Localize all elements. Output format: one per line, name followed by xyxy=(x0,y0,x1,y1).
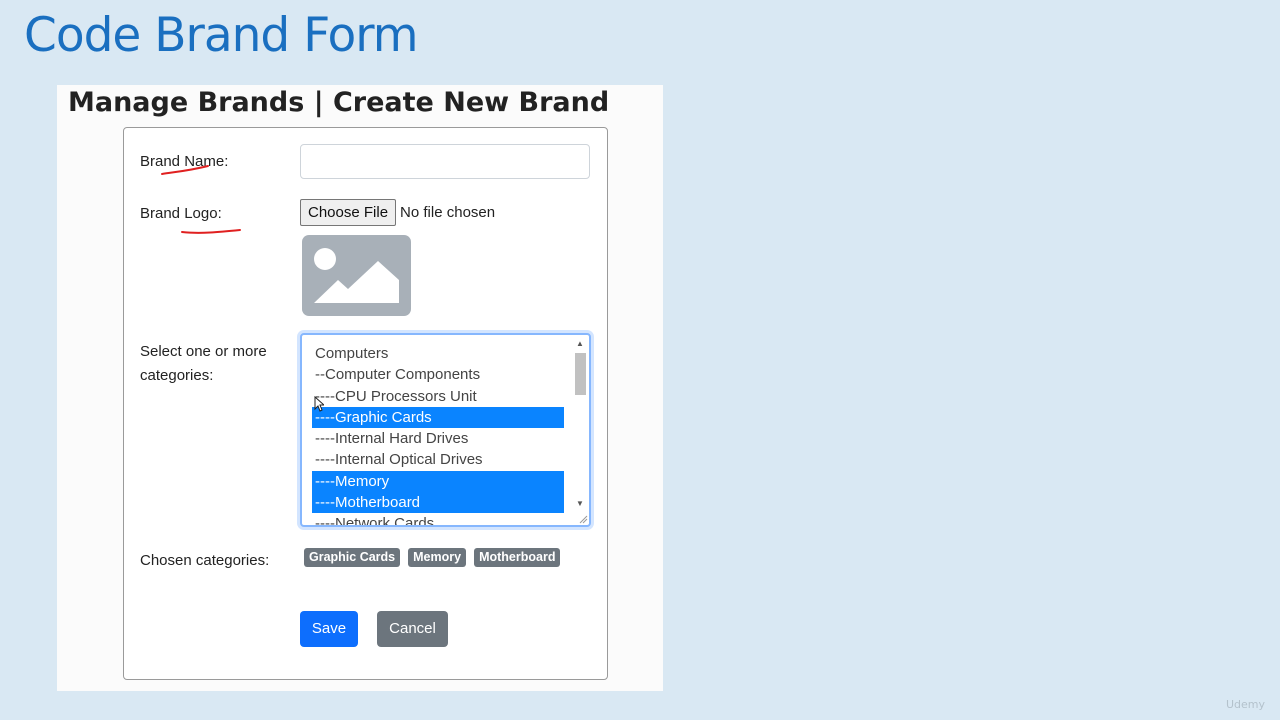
image-placeholder-icon xyxy=(302,235,411,316)
watermark-logo: Udemy xyxy=(1226,698,1266,711)
category-option[interactable]: ----Network Cards xyxy=(312,513,564,525)
slide-title: Code Brand Form xyxy=(24,8,419,63)
brand-name-input[interactable] xyxy=(300,144,590,179)
chosen-categories-label: Chosen categories: xyxy=(140,552,270,569)
chosen-category-badge: Memory xyxy=(408,548,467,567)
browser-content-panel: Manage Brands | Create New Brand Brand N… xyxy=(57,85,663,691)
chosen-category-badge: Graphic Cards xyxy=(304,548,401,567)
scrollbar[interactable]: ▲ ▼ xyxy=(574,337,587,523)
category-option[interactable]: ----CPU Processors Unit xyxy=(312,386,564,407)
annotation-underline-logo xyxy=(181,229,241,234)
resize-handle-icon[interactable] xyxy=(578,514,588,524)
scroll-up-icon[interactable]: ▲ xyxy=(576,339,584,348)
page-title: Manage Brands | Create New Brand xyxy=(68,87,610,118)
category-option[interactable]: ----Motherboard xyxy=(312,492,564,514)
save-button[interactable]: Save xyxy=(300,611,358,647)
mouse-cursor-icon xyxy=(314,396,324,412)
chosen-categories-badges: Graphic Cards Memory Motherboard xyxy=(304,548,561,567)
no-file-chosen-text: No file chosen xyxy=(400,203,496,221)
categories-label: Select one or more categories: xyxy=(140,343,267,384)
category-option[interactable]: --Computer Components xyxy=(312,364,564,385)
category-option[interactable]: Computers xyxy=(312,343,564,364)
cancel-button[interactable]: Cancel xyxy=(377,611,448,647)
category-option[interactable]: ----Internal Hard Drives xyxy=(312,428,564,449)
brand-form: Brand Name: Brand Logo: Choose File No f… xyxy=(123,127,608,680)
scrollbar-thumb[interactable] xyxy=(575,353,586,395)
choose-file-button[interactable]: Choose File xyxy=(300,198,397,226)
category-option[interactable]: ----Memory xyxy=(312,470,564,493)
scroll-down-icon[interactable]: ▼ xyxy=(576,499,584,508)
categories-multiselect[interactable]: Computers --Computer Components ----CPU Pr… xyxy=(300,333,591,527)
category-option[interactable]: ----Graphic Cards xyxy=(312,406,564,429)
brand-logo-label: Brand Logo: xyxy=(140,205,222,222)
annotation-underline-name xyxy=(161,165,209,175)
category-option[interactable]: ----Internal Optical Drives xyxy=(312,449,564,470)
chosen-category-badge: Motherboard xyxy=(474,548,561,567)
file-input[interactable]: Choose File No file chosen xyxy=(300,198,495,226)
category-options[interactable]: Computers --Computer Components ----CPU Pr… xyxy=(312,343,564,525)
